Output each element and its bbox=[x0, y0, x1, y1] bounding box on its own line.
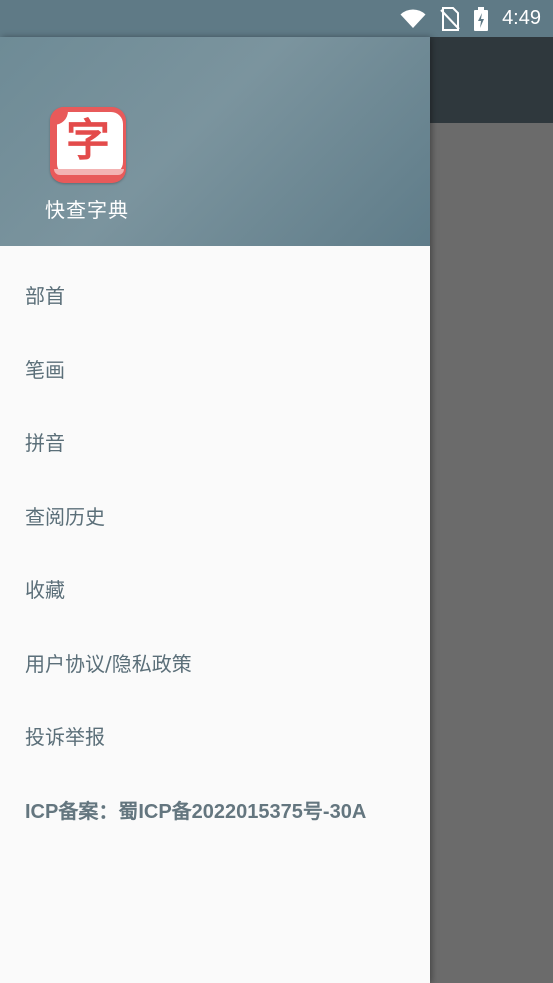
wifi-icon bbox=[400, 8, 426, 29]
menu-item-favorites[interactable]: 收藏 bbox=[0, 552, 430, 626]
battery-charging-icon bbox=[474, 6, 489, 31]
background-toolbar[interactable] bbox=[430, 37, 553, 123]
app-logo: 字 bbox=[50, 107, 126, 183]
menu-item-pinyin[interactable]: 拼音 bbox=[0, 405, 430, 479]
menu-item-strokes[interactable]: 笔画 bbox=[0, 332, 430, 406]
menu-item-icp-record[interactable]: ICP备案：蜀ICP备2022015375号-30A bbox=[0, 773, 430, 847]
app-name: 快查字典 bbox=[45, 198, 129, 222]
drawer-menu: 部首 笔画 拼音 查阅历史 收藏 用户协议/隐私政策 投诉举报 ICP备案：蜀I… bbox=[0, 258, 430, 846]
drawer-scrim[interactable] bbox=[430, 123, 553, 983]
menu-item-radicals[interactable]: 部首 bbox=[0, 258, 430, 332]
no-sim-icon bbox=[440, 6, 460, 31]
status-time: 4:49 bbox=[502, 7, 541, 29]
status-bar: 4:49 bbox=[0, 0, 553, 37]
navigation-drawer: 字 快查字典 部首 笔画 拼音 查阅历史 收藏 用户协议/隐私政策 投诉举报 I… bbox=[0, 37, 430, 983]
menu-item-privacy-policy[interactable]: 用户协议/隐私政策 bbox=[0, 626, 430, 700]
menu-item-history[interactable]: 查阅历史 bbox=[0, 479, 430, 553]
drawer-header: 字 快查字典 bbox=[0, 37, 430, 246]
menu-item-report[interactable]: 投诉举报 bbox=[0, 699, 430, 773]
logo-glyph: 字 bbox=[66, 115, 110, 166]
